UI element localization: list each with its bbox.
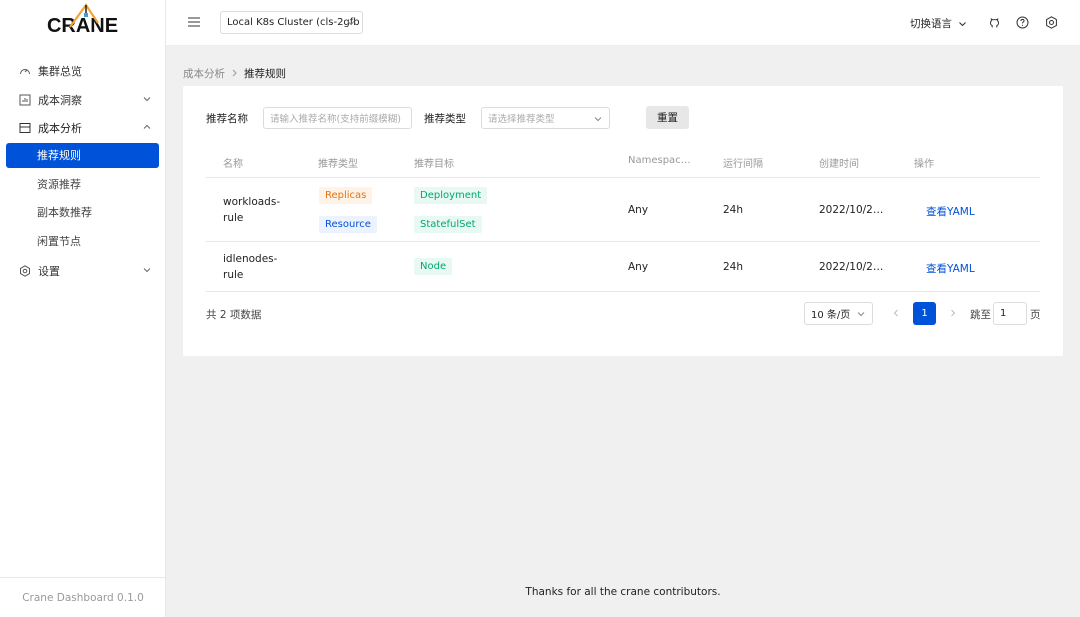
type-filter-select[interactable]: 请选择推荐类型 <box>481 107 610 129</box>
sidebar-item-cost-insight[interactable]: 成本洞察 <box>0 86 165 115</box>
analysis-icon <box>19 122 31 134</box>
divider <box>206 177 1040 178</box>
column-header-target: 推荐目标 <box>414 159 454 170</box>
cluster-select[interactable]: Local K8s Cluster (cls-2gfb <box>220 11 363 34</box>
namespace-cell: Any <box>628 261 649 273</box>
column-header-name: 名称 <box>223 159 243 170</box>
interval-cell: 24h <box>723 261 744 273</box>
page-size-select[interactable]: 10 条/页 <box>804 302 873 325</box>
type-filter-placeholder: 请选择推荐类型 <box>488 114 555 125</box>
previous-page-icon[interactable] <box>892 308 900 318</box>
language-label: 切换语言 <box>910 18 952 30</box>
breadcrumb-current: 推荐规则 <box>244 68 286 80</box>
jump-label: 跳至 <box>970 309 991 321</box>
language-switcher[interactable]: 切换语言 <box>910 16 967 31</box>
crane-logo[interactable]: CRANE <box>0 0 165 46</box>
name-filter-label: 推荐名称 <box>206 113 248 125</box>
settings-icon[interactable] <box>1045 16 1058 29</box>
target-tag: StatefulSet <box>414 216 482 233</box>
sidebar-item-label: 设置 <box>38 264 60 278</box>
created-cell: 2022/10/2… <box>819 261 884 273</box>
target-tag: Node <box>414 258 453 275</box>
next-page-icon[interactable] <box>949 308 957 318</box>
target-tag: Deployment <box>414 187 488 204</box>
top-header: Local K8s Cluster (cls-2gfb 切换语言 <box>166 0 1080 46</box>
page-size-value: 10 条/页 <box>811 310 851 321</box>
rule-name: idlenodes-rule <box>223 253 278 281</box>
sidebar-item-label: 集群总览 <box>38 65 82 79</box>
column-header-interval: 运行间隔 <box>723 159 763 170</box>
sidebar-item-cluster-overview[interactable]: 集群总览 <box>0 57 165 86</box>
chevron-right-icon <box>231 68 238 80</box>
chevron-down-icon <box>143 267 151 272</box>
github-icon[interactable] <box>988 16 1001 29</box>
footer-text: Thanks for all the crane contributors. <box>525 586 721 598</box>
reset-button[interactable]: 重置 <box>646 106 689 129</box>
settings-icon <box>19 264 31 277</box>
help-icon[interactable] <box>1016 16 1029 29</box>
dashboard-icon <box>19 65 31 77</box>
breadcrumb-parent[interactable]: 成本分析 <box>183 66 225 81</box>
sidebar-item-settings[interactable]: 设置 <box>0 257 165 286</box>
crane-hook-icon <box>69 3 99 28</box>
chevron-down-icon <box>347 21 355 26</box>
sidebar-item-replica-recommendation[interactable]: 副本数推荐 <box>6 200 159 225</box>
chevron-down-icon <box>143 96 151 101</box>
menu-icon[interactable] <box>188 17 200 27</box>
page-number-current[interactable]: 1 <box>913 302 936 325</box>
jump-page-value: 1 <box>1000 308 1007 319</box>
chevron-down-icon <box>594 117 602 122</box>
total-count: 共 2 项数据 <box>206 309 262 321</box>
page-suffix-label: 页 <box>1030 309 1041 321</box>
version-label: Crane Dashboard 0.1.0 <box>0 577 166 617</box>
sidebar-item-idle-nodes[interactable]: 闲置节点 <box>6 228 159 253</box>
type-filter-label: 推荐类型 <box>424 113 466 125</box>
sidebar-menu: 集群总览 成本洞察 成本分析 推荐规则 资源推荐 副本数推荐 闲置节点 设置 <box>0 57 165 285</box>
rule-name: workloads-rule <box>223 196 281 224</box>
chevron-up-icon <box>143 124 151 129</box>
created-cell: 2022/10/2… <box>819 204 884 216</box>
sidebar-item-label: 成本分析 <box>38 122 82 136</box>
column-header-action: 操作 <box>914 159 934 170</box>
chevron-down-icon <box>959 21 966 26</box>
view-yaml-link[interactable]: 查看YAML <box>926 204 975 219</box>
column-header-type: 推荐类型 <box>318 159 358 170</box>
name-filter-placeholder: 请输入推荐名称(支持前缀模糊) <box>270 114 401 125</box>
breadcrumb: 成本分析 推荐规则 <box>183 66 286 81</box>
sidebar-item-recommendation-rules[interactable]: 推荐规则 <box>6 142 159 168</box>
jump-page-input[interactable]: 1 <box>993 302 1027 325</box>
chart-icon <box>19 94 31 106</box>
cluster-select-value: Local K8s Cluster (cls-2gfb <box>227 17 360 28</box>
rules-card: 推荐名称 请输入推荐名称(支持前缀模糊) 推荐类型 请选择推荐类型 重置 名称 … <box>183 86 1063 356</box>
view-yaml-link[interactable]: 查看YAML <box>926 261 975 276</box>
name-filter-input[interactable]: 请输入推荐名称(支持前缀模糊) <box>263 107 412 129</box>
divider <box>206 291 1040 292</box>
divider <box>206 241 1040 242</box>
type-tag: Replicas <box>319 187 373 204</box>
sidebar-item-resource-recommendation[interactable]: 资源推荐 <box>6 171 159 196</box>
sidebar-item-cost-analysis[interactable]: 成本分析 <box>0 114 165 143</box>
interval-cell: 24h <box>723 204 744 216</box>
namespace-cell: Any <box>628 204 649 216</box>
sidebar: CRANE 集群总览 成本洞察 成本分析 推荐规则 资源推荐 副本数推荐 闲置节… <box>0 0 166 617</box>
chevron-down-icon <box>857 312 865 317</box>
type-tag: Resource <box>319 216 377 233</box>
sidebar-item-label: 成本洞察 <box>38 93 82 107</box>
column-header-created: 创建时间 <box>819 159 859 170</box>
column-header-namespace: Namespac… <box>628 155 691 166</box>
